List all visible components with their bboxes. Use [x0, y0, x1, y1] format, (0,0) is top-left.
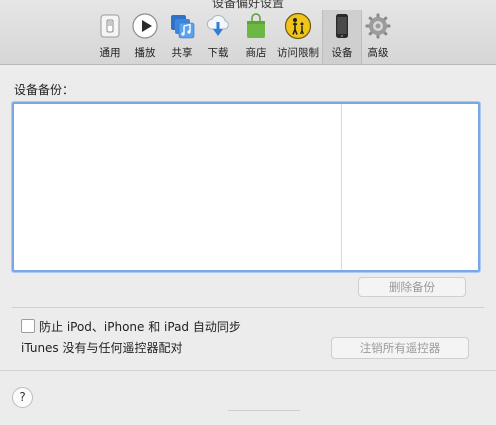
- tab-parental[interactable]: 访问限制: [277, 10, 319, 62]
- device-phone-icon: [336, 14, 348, 38]
- remote-pairing-status: iTunes 没有与任何遥控器配对: [21, 341, 183, 355]
- prevent-sync-label[interactable]: 防止 iPod、iPhone 和 iPad 自动同步: [39, 318, 241, 335]
- column-divider[interactable]: [341, 104, 342, 270]
- backup-section-label: 设备备份：: [14, 83, 75, 97]
- help-button[interactable]: ?: [12, 387, 33, 408]
- gear-icon: [365, 13, 391, 39]
- play-icon: [132, 13, 158, 39]
- tab-label: 访问限制: [277, 47, 319, 59]
- divider: [0, 370, 496, 371]
- tab-store[interactable]: 商店: [237, 10, 275, 62]
- backup-list[interactable]: [12, 102, 480, 272]
- toolbar: 设备偏好设置 通用 播放 共享 下载 商店 访问限制 设备 高级: [0, 0, 496, 65]
- download-cloud-icon: [206, 14, 229, 36]
- delete-backup-button[interactable]: 删除备份: [358, 277, 466, 297]
- divider: [12, 307, 484, 308]
- store-bag-icon: [247, 13, 265, 38]
- prevent-sync-checkbox[interactable]: [21, 319, 35, 333]
- general-switch-icon: [100, 14, 120, 38]
- unpair-remotes-button[interactable]: 注销所有遥控器: [331, 337, 469, 359]
- tab-label: 高级: [367, 47, 389, 59]
- parental-controls-icon: [284, 12, 312, 40]
- bottom-edge: [228, 410, 300, 425]
- share-music-icon: [171, 15, 195, 39]
- tab-advanced[interactable]: 高级: [359, 10, 397, 62]
